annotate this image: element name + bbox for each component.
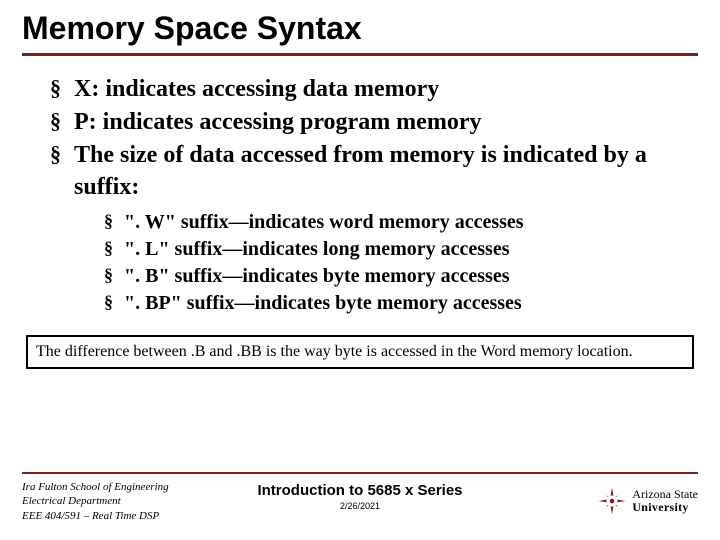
asu-line2: University (632, 501, 698, 514)
sub-bullet-b: ". B" suffix—indicates byte memory acces… (104, 263, 698, 290)
footer-left: Ira Fulton School of Engineering Electri… (22, 480, 169, 523)
footer-center: Introduction to 5685 x Series 2/26/2021 (257, 482, 462, 511)
main-bullet-list: X: indicates accessing data memory P: in… (22, 74, 698, 317)
bullet-size-suffix-text: The size of data accessed from memory is… (74, 142, 647, 199)
footer-course: EEE 404/591 – Real Time DSP (22, 509, 169, 523)
slide: Memory Space Syntax X: indicates accessi… (0, 0, 720, 540)
footer-logo: Arizona State University (597, 486, 698, 516)
footer-school: Ira Fulton School of Engineering (22, 480, 169, 494)
asu-sunburst-icon (597, 486, 627, 516)
bullet-size-suffix: The size of data accessed from memory is… (50, 140, 698, 316)
bullet-p-memory: P: indicates accessing program memory (50, 107, 698, 138)
footer-dept: Electrical Department (22, 494, 169, 508)
sub-bullet-list: ". W" suffix—indicates word memory acces… (74, 209, 698, 317)
sub-bullet-l: ". L" suffix—indicates long memory acces… (104, 236, 698, 263)
slide-title: Memory Space Syntax (22, 10, 698, 56)
sub-bullet-bp: ". BP" suffix—indicates byte memory acce… (104, 290, 698, 317)
footer-center-date: 2/26/2021 (257, 501, 462, 511)
note-box: The difference between .B and .BB is the… (26, 335, 694, 369)
sub-bullet-w: ". W" suffix—indicates word memory acces… (104, 209, 698, 236)
footer-center-title: Introduction to 5685 x Series (257, 482, 462, 499)
asu-logo-text: Arizona State University (632, 488, 698, 513)
footer: Ira Fulton School of Engineering Electri… (22, 472, 698, 532)
bullet-x-memory: X: indicates accessing data memory (50, 74, 698, 105)
